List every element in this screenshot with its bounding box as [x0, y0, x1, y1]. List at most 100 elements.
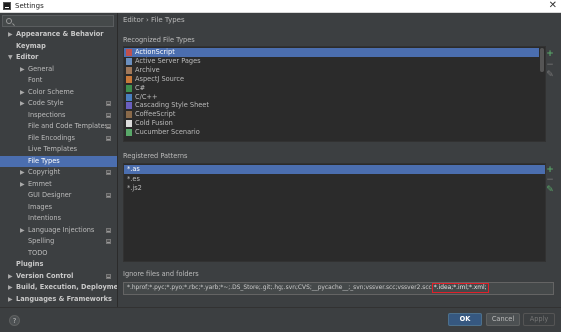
- chevron-right-icon[interactable]: ▶: [8, 294, 13, 306]
- sidebar-item-label: File Encodings: [28, 133, 75, 142]
- sidebar-item[interactable]: ▶ Build, Execution, Deployment: [0, 282, 117, 294]
- sidebar-item[interactable]: TODO: [0, 248, 117, 260]
- file-type-row[interactable]: Cucumber Scenario: [124, 128, 540, 137]
- pattern-row[interactable]: *.js2: [124, 184, 545, 193]
- sidebar-item[interactable]: File Types: [0, 155, 117, 167]
- chevron-right-icon[interactable]: ▶: [8, 29, 13, 41]
- file-type-label: Cascading Style Sheet: [135, 101, 209, 110]
- sidebar-item-label: Intentions: [28, 214, 62, 222]
- project-settings-icon: [106, 135, 111, 141]
- registered-patterns-list[interactable]: *.as *.es *.js2: [123, 163, 546, 262]
- project-settings-icon: [106, 239, 111, 244]
- scrollbar-thumb[interactable]: [540, 48, 544, 72]
- sidebar-item[interactable]: ▶ Language Injections: [0, 225, 117, 237]
- file-type-label: C/C++: [135, 92, 158, 101]
- pattern-row[interactable]: *.as: [124, 165, 545, 174]
- file-type-row[interactable]: CoffeeScript: [124, 110, 540, 119]
- chevron-right-icon[interactable]: ▶: [20, 98, 25, 110]
- project-settings-icon: [106, 101, 111, 106]
- sidebar-item[interactable]: File Encodings: [0, 133, 117, 145]
- sidebar-item[interactable]: ▶ Color Scheme: [0, 87, 117, 99]
- sidebar-item[interactable]: Spelling: [0, 236, 117, 248]
- chevron-down-icon[interactable]: ▼: [8, 52, 13, 64]
- sidebar-item-label: Keymap: [16, 41, 46, 50]
- remove-pattern-button[interactable]: −: [546, 176, 554, 185]
- sidebar-item[interactable]: GUI Designer: [0, 190, 117, 202]
- sidebar-item-label: Version Control: [16, 271, 74, 280]
- file-type-row[interactable]: Active Server Pages: [124, 57, 540, 66]
- cucumber-icon: [126, 129, 132, 137]
- project-settings-icon: [106, 112, 111, 118]
- add-pattern-button[interactable]: +: [546, 166, 554, 175]
- app-icon: [3, 2, 11, 10]
- sidebar-item-label: Plugins: [16, 260, 44, 268]
- edit-file-type-button[interactable]: ✎: [546, 71, 554, 80]
- project-settings-icon: [106, 193, 111, 198]
- chevron-right-icon[interactable]: ▶: [20, 167, 25, 179]
- file-type-row[interactable]: Cascading Style Sheet: [124, 101, 540, 110]
- highlighted-ignore-entries: *.idea;*.iml;*.xml;: [431, 283, 489, 293]
- settings-tree: ▶ Appearance & Behavior Keymap ▼ Editor ▶ Gene…: [0, 29, 117, 305]
- file-type-row[interactable]: C#: [124, 84, 540, 93]
- pattern-label: *.es: [127, 174, 140, 183]
- sidebar-item[interactable]: ▶ Code Style: [0, 98, 117, 110]
- pattern-label: *.as: [127, 165, 140, 173]
- chevron-right-icon[interactable]: ▶: [8, 271, 13, 283]
- sidebar-item[interactable]: ▶ Copyright: [0, 167, 117, 179]
- file-type-row[interactable]: Archive: [124, 66, 540, 75]
- settings-search-input[interactable]: [2, 15, 114, 27]
- sidebar-item[interactable]: Keymap: [0, 41, 117, 53]
- sidebar-item[interactable]: Plugins: [0, 259, 117, 271]
- help-button[interactable]: ?: [9, 315, 20, 326]
- sidebar-item[interactable]: Live Templates: [0, 144, 117, 156]
- sidebar-item[interactable]: Intentions: [0, 213, 117, 225]
- project-settings-icon: [106, 227, 111, 233]
- add-file-type-button[interactable]: +: [546, 50, 554, 59]
- sidebar-item-label: GUI Designer: [28, 191, 72, 199]
- ignore-files-input[interactable]: *.hprof;*.pyc;*.pyo;*.rbc;*.yarb;*~;.DS_…: [123, 282, 554, 295]
- apply-button[interactable]: Apply: [523, 313, 555, 326]
- sidebar-item[interactable]: ▼ Editor: [0, 52, 117, 64]
- aspectj-icon: [126, 75, 132, 83]
- pattern-label: *.js2: [127, 184, 142, 192]
- chevron-right-icon[interactable]: ▶: [8, 282, 13, 294]
- sidebar-item[interactable]: ▶ Appearance & Behavior: [0, 29, 117, 41]
- sidebar-item[interactable]: ▶ Emmet: [0, 179, 117, 191]
- splitter[interactable]: [117, 13, 118, 307]
- dialog-footer: ? OK Cancel Apply: [0, 307, 561, 332]
- chevron-right-icon[interactable]: ▶: [20, 87, 25, 99]
- recognized-file-types-label: Recognized File Types: [123, 36, 195, 44]
- edit-pattern-button[interactable]: ✎: [546, 186, 554, 195]
- file-type-row[interactable]: C/C++: [124, 93, 540, 102]
- close-icon[interactable]: ✕: [549, 0, 557, 12]
- pattern-row[interactable]: *.es: [124, 175, 545, 184]
- sidebar-item-label: Spelling: [28, 237, 55, 245]
- sidebar-item[interactable]: ▶ General: [0, 64, 117, 76]
- sidebar-item-label: Emmet: [28, 179, 52, 188]
- sidebar-item[interactable]: ▶ Version Control: [0, 271, 117, 283]
- sidebar-item-label: File Types: [28, 156, 60, 165]
- sidebar-item[interactable]: Images: [0, 202, 117, 214]
- chevron-right-icon[interactable]: ▶: [20, 179, 25, 191]
- file-type-row[interactable]: ActionScript: [124, 48, 540, 57]
- file-type-row[interactable]: AspectJ Source: [124, 75, 540, 84]
- ok-button[interactable]: OK: [448, 313, 482, 326]
- recognized-file-types-list[interactable]: Cucumber Scenario Cold Fusion CoffeeScript…: [123, 46, 546, 142]
- sidebar-item-label: Appearance & Behavior: [16, 30, 104, 38]
- remove-file-type-button[interactable]: −: [546, 61, 554, 70]
- scrollbar[interactable]: [539, 47, 545, 141]
- file-type-row[interactable]: Cold Fusion: [124, 119, 540, 128]
- file-type-label: Archive: [135, 65, 160, 74]
- cancel-button[interactable]: Cancel: [486, 313, 520, 326]
- ignore-files-label: Ignore files and folders: [123, 270, 199, 278]
- sidebar-item[interactable]: ▶ Languages & Frameworks: [0, 294, 117, 306]
- sidebar-item[interactable]: Inspections: [0, 110, 117, 122]
- title-bar: Settings ✕: [0, 0, 561, 13]
- chevron-right-icon[interactable]: ▶: [20, 225, 25, 237]
- file-type-label: Cold Fusion: [135, 119, 173, 128]
- sidebar-item[interactable]: File and Code Templates: [0, 121, 117, 133]
- chevron-right-icon[interactable]: ▶: [20, 64, 25, 76]
- search-icon: [6, 18, 12, 24]
- actionscript-icon: [126, 49, 132, 56]
- sidebar-item[interactable]: Font: [0, 75, 117, 87]
